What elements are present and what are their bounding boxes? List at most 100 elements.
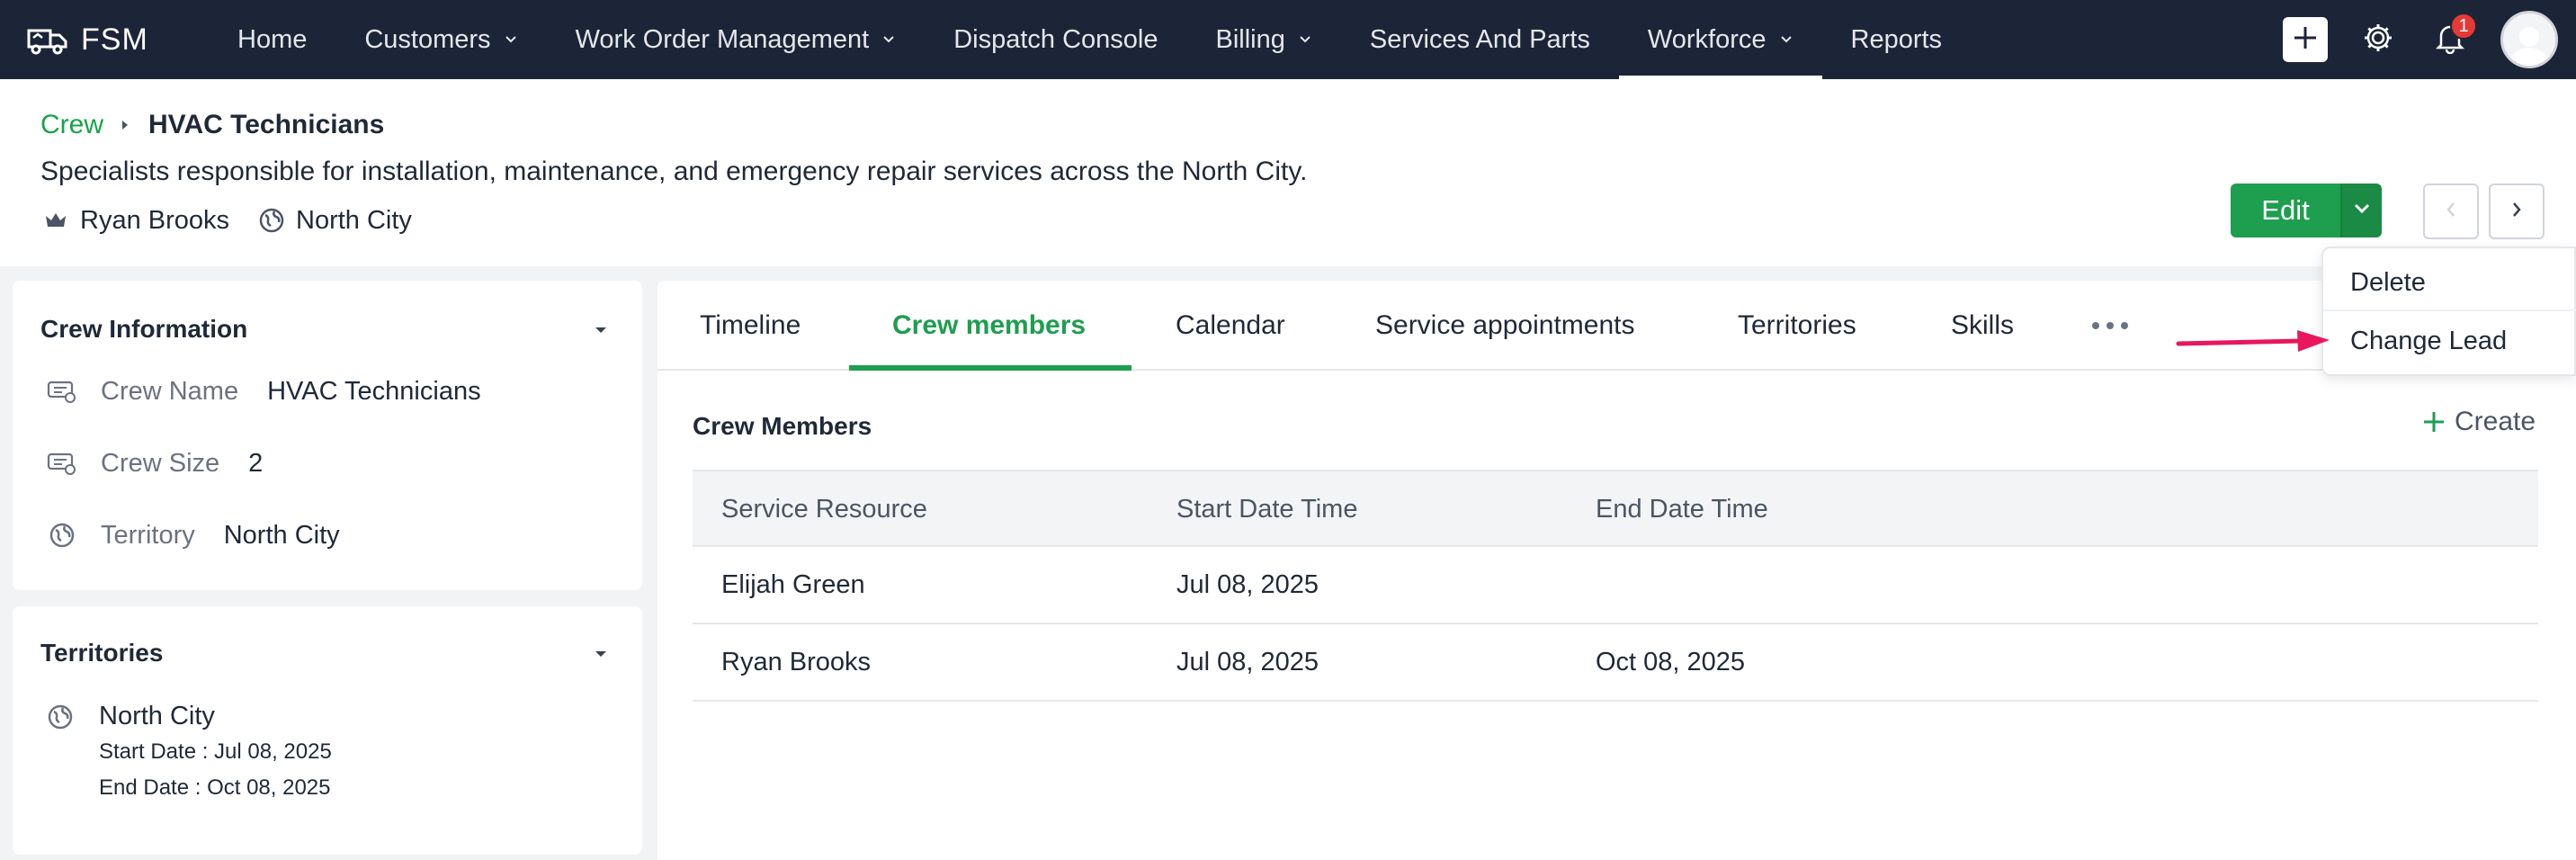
crew-lead-name: Ryan Brooks: [80, 205, 230, 235]
plus-icon: [2420, 408, 2447, 435]
nav-item-home[interactable]: Home: [209, 0, 335, 79]
edit-more-button[interactable]: [2340, 184, 2382, 237]
nav-item-billing[interactable]: Billing: [1187, 0, 1341, 79]
caret-right-icon: [120, 118, 130, 132]
edit-button-group: Edit: [2231, 184, 2382, 237]
menu-item-delete[interactable]: Delete: [2323, 255, 2576, 311]
notification-badge: 1: [2450, 13, 2477, 40]
settings-button[interactable]: [2357, 18, 2400, 61]
previous-record-button[interactable]: [2423, 184, 2479, 239]
more-tabs-button[interactable]: [2092, 315, 2128, 336]
record-title: HVAC Technicians: [148, 110, 385, 139]
nav-actions: 1: [2283, 0, 2576, 79]
brand-name: FSM: [81, 22, 148, 57]
tab-timeline[interactable]: Timeline: [700, 281, 801, 371]
crew-territory: North City: [256, 205, 412, 236]
nav-item-workforce[interactable]: Workforce: [1618, 0, 1822, 79]
top-navbar: FSM Home Customers Work Order Management Di…: [0, 0, 2576, 79]
chevron-right-icon: [2509, 200, 2524, 224]
annotation-arrow-icon: [2175, 324, 2333, 360]
territories-title: Territories: [40, 639, 164, 667]
tab-calendar[interactable]: Calendar: [1176, 281, 1285, 371]
create-label: Create: [2455, 407, 2536, 436]
user-avatar[interactable]: [2500, 11, 2558, 68]
crew-name-label: Crew Name: [101, 376, 239, 406]
tag-icon: [45, 376, 79, 407]
nav-item-label: Customers: [364, 24, 491, 54]
chevron-down-icon: [1779, 32, 1793, 47]
territory-end-date: End Date : Oct 08, 2025: [99, 775, 331, 800]
truck-logo-icon: [25, 22, 70, 58]
chevron-down-icon: [1298, 32, 1312, 47]
brand[interactable]: FSM: [25, 22, 196, 58]
column-service-resource[interactable]: Service Resource: [721, 471, 927, 547]
nav-item-label: Work Order Management: [575, 24, 870, 54]
collapse-caret-icon[interactable]: [592, 648, 610, 660]
crown-icon: [40, 205, 71, 236]
territory-start-date: Start Date : Jul 08, 2025: [99, 739, 332, 764]
notifications-button[interactable]: 1: [2428, 13, 2477, 61]
cell-end-date-time: Oct 08, 2025: [1596, 647, 1746, 676]
territory-name[interactable]: North City: [99, 702, 215, 731]
tab-bar: Timeline Crew members Calendar Service a…: [657, 281, 2411, 371]
collapse-caret-icon[interactable]: [592, 324, 610, 336]
menu-item-change-lead[interactable]: Change Lead: [2323, 313, 2576, 369]
nav-item-dispatch-console[interactable]: Dispatch Console: [925, 0, 1186, 79]
related-panel: Timeline Crew members Calendar Service a…: [657, 281, 2576, 860]
breadcrumb-crew-link[interactable]: Crew: [40, 110, 103, 140]
nav-item-services-and-parts[interactable]: Services And Parts: [1341, 0, 1619, 79]
table-header: Service Resource Start Date Time End Dat…: [693, 470, 2538, 547]
column-start-date-time[interactable]: Start Date Time: [1176, 471, 1357, 547]
nav-item-work-order-management[interactable]: Work Order Management: [547, 0, 926, 79]
tab-territories[interactable]: Territories: [1738, 281, 1856, 371]
next-record-button[interactable]: [2489, 184, 2545, 239]
crew-territory-name: North City: [296, 205, 412, 235]
tab-skills[interactable]: Skills: [1951, 281, 2014, 371]
nav-item-label: Home: [237, 24, 308, 54]
crew-members-table: Service Resource Start Date Time End Dat…: [693, 470, 2538, 702]
crew-information-title: Crew Information: [40, 315, 248, 343]
territory-row: Territory North City: [45, 520, 340, 551]
globe-icon: [256, 205, 287, 236]
nav-item-reports[interactable]: Reports: [1822, 0, 1972, 79]
gear-icon: [2362, 22, 2394, 58]
breadcrumb: Crew HVAC Technicians: [40, 110, 384, 140]
crew-size-row: Crew Size 2: [45, 448, 263, 479]
nav-item-label: Billing: [1215, 24, 1285, 54]
cell-start-date-time: Jul 08, 2025: [1176, 569, 1319, 599]
record-description: Specialists responsible for installation…: [40, 157, 1308, 186]
dot: [2106, 322, 2114, 329]
crew-members-title: Crew Members: [693, 412, 872, 440]
chevron-down-icon: [881, 32, 896, 47]
record-meta: Ryan Brooks North City: [40, 205, 439, 236]
plus-icon: [2291, 23, 2320, 57]
crew-lead: Ryan Brooks: [40, 205, 229, 236]
globe-icon: [47, 703, 74, 735]
record-header: Crew HVAC Technicians Specialists respon…: [0, 79, 2576, 266]
tab-crew-members[interactable]: Crew members: [892, 281, 1086, 371]
create-member-button[interactable]: Create: [2420, 407, 2536, 437]
table-row[interactable]: Elijah Green Jul 08, 2025: [693, 547, 2538, 624]
edit-button[interactable]: Edit: [2231, 184, 2340, 237]
nav-item-label: Services And Parts: [1369, 24, 1590, 54]
quick-create-button[interactable]: [2283, 17, 2328, 62]
nav-item-label: Workforce: [1647, 24, 1767, 54]
chevron-left-icon: [2444, 200, 2458, 224]
cell-service-resource: Elijah Green: [721, 569, 865, 599]
nav-menu: Home Customers Work Order Management Dispat…: [209, 0, 1971, 79]
chevron-down-icon: [504, 32, 518, 47]
edit-more-menu: Delete Change Lead: [2321, 246, 2576, 376]
column-end-date-time[interactable]: End Date Time: [1596, 471, 1768, 547]
cell-start-date-time: Jul 08, 2025: [1176, 647, 1319, 676]
tab-service-appointments[interactable]: Service appointments: [1375, 281, 1635, 371]
table-row[interactable]: Ryan Brooks Jul 08, 2025 Oct 08, 2025: [693, 624, 2538, 702]
nav-item-label: Dispatch Console: [953, 24, 1158, 54]
tag-icon: [45, 448, 79, 479]
crew-size-value: 2: [248, 448, 264, 478]
crew-name-value: HVAC Technicians: [267, 376, 481, 406]
nav-item-customers[interactable]: Customers: [335, 0, 546, 79]
cell-service-resource: Ryan Brooks: [721, 647, 872, 676]
globe-icon: [45, 520, 79, 551]
territory-label: Territory: [101, 520, 195, 550]
dot: [2092, 322, 2099, 329]
